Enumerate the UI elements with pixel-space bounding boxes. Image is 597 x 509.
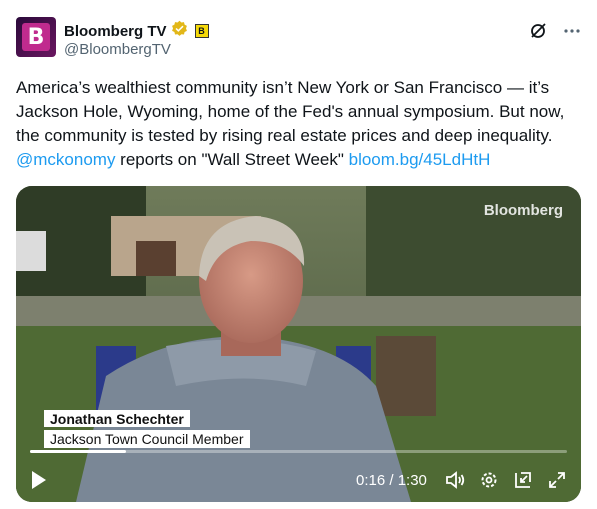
- tweet-text: America’s wealthiest community isn’t New…: [16, 76, 586, 172]
- picture-in-picture-icon[interactable]: [513, 470, 533, 495]
- fullscreen-icon[interactable]: [547, 470, 567, 495]
- verified-badge-icon[interactable]: [171, 20, 188, 42]
- url-link[interactable]: bloom.bg/45LdHtH: [349, 150, 491, 169]
- more-icon[interactable]: [563, 22, 581, 40]
- mention-link[interactable]: @mckonomy: [16, 150, 115, 169]
- author-name-row: Bloomberg TV B: [64, 20, 209, 42]
- grok-icon[interactable]: [529, 22, 547, 40]
- avatar-logo: B: [22, 23, 50, 51]
- tweet-actions-top: [529, 22, 581, 40]
- progress-bar[interactable]: [30, 450, 567, 453]
- video-controls: 0:16 / 1:30: [16, 458, 581, 502]
- tweet-text-part2: reports on "Wall Street Week": [115, 150, 349, 169]
- affiliation-badge[interactable]: B: [194, 24, 209, 38]
- control-icons: [445, 470, 567, 495]
- bloomberg-watermark: Bloomberg: [483, 202, 563, 219]
- lower-third-title: Jackson Town Council Member: [44, 430, 250, 448]
- progress-fill: [30, 450, 126, 453]
- lower-third: Jonathan Schechter Jackson Town Council …: [44, 410, 250, 448]
- avatar[interactable]: B: [16, 17, 56, 57]
- tweet-text-part1: America’s wealthiest community isn’t New…: [16, 78, 565, 145]
- author-handle[interactable]: @BloombergTV: [64, 41, 171, 58]
- video-frame: [16, 186, 581, 502]
- settings-icon[interactable]: [479, 470, 499, 495]
- volume-icon[interactable]: [445, 470, 465, 495]
- play-icon[interactable]: [30, 470, 48, 495]
- time-display: 0:16 / 1:30: [356, 472, 427, 489]
- video-player[interactable]: Bloomberg Jonathan Schechter Jackson Tow…: [16, 186, 581, 502]
- display-name[interactable]: Bloomberg TV: [64, 23, 167, 40]
- lower-third-name: Jonathan Schechter: [44, 410, 190, 427]
